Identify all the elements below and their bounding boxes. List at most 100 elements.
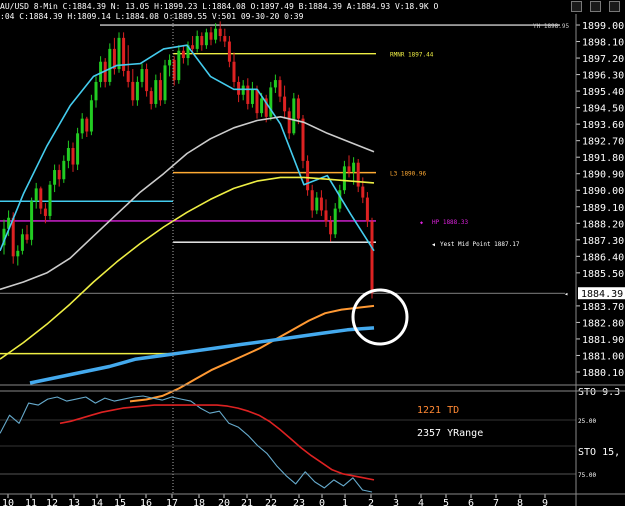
restore-icon[interactable] — [590, 1, 601, 12]
candle-body — [273, 80, 277, 88]
level-label: RMNR 1897.44 — [390, 52, 434, 59]
candle-body — [181, 50, 185, 59]
price-tick-label: 1893.60 — [582, 120, 624, 131]
candle-body — [34, 188, 38, 202]
candle-body — [255, 89, 259, 114]
time-tick-label: 4 — [418, 498, 424, 506]
close-icon[interactable] — [609, 1, 620, 12]
candle-body — [66, 148, 70, 161]
candle-body — [246, 85, 250, 104]
candle-body — [140, 69, 144, 82]
stochastic-line — [59, 404, 375, 481]
time-tick-label: 7 — [493, 498, 499, 506]
time-tick-label: 11 — [25, 498, 37, 506]
candle-body — [218, 28, 222, 37]
candle-body — [283, 96, 287, 112]
candle-body — [306, 160, 310, 191]
candle-body — [94, 81, 98, 101]
highlight-circle — [351, 288, 409, 346]
price-tick-label: 1888.20 — [582, 219, 624, 230]
candle-body — [241, 85, 245, 95]
price-pane[interactable]: YH 1898.95 RMNR 1897.44 L3 1890.96 HP 1888.… — [0, 21, 570, 403]
price-tick-label: 1895.40 — [582, 87, 624, 98]
candle-body — [76, 133, 80, 165]
candle-body — [356, 162, 360, 187]
price-tick-label: 1881.00 — [582, 351, 624, 362]
time-tick-label: 8 — [517, 498, 523, 506]
candle-body — [108, 48, 112, 82]
td-annotation: 1221 TD — [417, 405, 459, 416]
candle-body — [342, 166, 346, 191]
price-axis: 1899.00 1898.10 1897.20 1896.30 1895.40 1894.… — [564, 21, 625, 479]
overlay-annotations — [0, 14, 625, 506]
price-tick-label: 1890.90 — [582, 170, 624, 181]
candle-body — [200, 36, 204, 46]
candle-body — [204, 32, 208, 46]
candle-body — [352, 162, 356, 172]
candle-body — [333, 208, 337, 235]
yrange-annotation: 2357 YRange — [417, 428, 483, 439]
level-label: HP 1888.33 — [432, 219, 469, 226]
candle-body — [324, 210, 328, 222]
moving-average-line — [0, 44, 375, 252]
candle-body — [89, 100, 93, 132]
time-tick-label: 5 — [443, 498, 449, 506]
candle-body — [232, 61, 236, 82]
level-label: Yest Mid Point 1887.17 — [440, 241, 520, 248]
candle-body — [131, 81, 135, 101]
price-tick-label: 1887.30 — [582, 236, 624, 247]
candle-body — [80, 118, 84, 134]
stochastic-pane[interactable]: 1221 TD 2357 YRange — [0, 393, 576, 494]
candle-body — [329, 221, 333, 235]
candle-body — [122, 37, 126, 71]
time-tick-label: 15 — [114, 498, 126, 506]
price-tick-label: 1889.10 — [582, 203, 624, 214]
stochastic-line — [0, 395, 373, 493]
candle-body — [154, 80, 158, 104]
time-tick-label: 9 — [542, 498, 548, 506]
candle-body — [315, 197, 319, 211]
time-tick-label: 14 — [91, 498, 103, 506]
sto-label: STO 9.3 — [578, 387, 620, 398]
candle-body — [361, 186, 365, 198]
level-label: L3 1890.96 — [390, 171, 427, 178]
mid-marker-icon: ◀ — [432, 242, 435, 248]
price-tick-label: 1899.00 — [582, 21, 624, 32]
time-tick-label: 3 — [393, 498, 399, 506]
time-tick-label: 21 — [241, 498, 253, 506]
candle-body — [53, 170, 57, 185]
candle-body — [25, 234, 29, 240]
time-tick-label: 17 — [166, 498, 178, 506]
minimize-icon[interactable] — [571, 1, 582, 12]
candle-body — [158, 80, 162, 101]
trading-chart[interactable]: YH 1898.95 RMNR 1897.44 L3 1890.96 HP 1888.… — [0, 0, 625, 506]
candle-body — [57, 170, 61, 180]
candle-body — [347, 166, 351, 172]
candle-body — [191, 45, 195, 49]
candle-body — [168, 59, 172, 66]
time-tick-label: 13 — [68, 498, 80, 506]
candle-body — [310, 190, 314, 211]
price-tick-label: 1896.30 — [582, 71, 624, 82]
time-tick-label: 22 — [265, 498, 277, 506]
time-tick-label: 0 — [319, 498, 325, 506]
stoch-tick-label: 25.00 — [578, 418, 596, 425]
last-price-label: 1884.39 — [581, 289, 623, 300]
price-tick-label: 1890.00 — [582, 186, 624, 197]
last-price-arrow-icon: ◂ — [564, 290, 568, 298]
price-tick-label: 1897.20 — [582, 54, 624, 65]
time-axis: 10 11 12 13 14 15 16 17 18 20 21 22 23 0 1 2 3 4 5 6 7 8 9 — [2, 494, 548, 506]
candle-body — [85, 118, 89, 132]
candle-body — [365, 197, 369, 222]
candle-body — [16, 250, 20, 257]
candle-body — [39, 188, 43, 209]
time-tick-label: 16 — [140, 498, 152, 506]
candle-body — [163, 65, 167, 101]
time-tick-label: 2 — [368, 498, 374, 506]
price-tick-label: 1892.70 — [582, 137, 624, 148]
time-tick-label: 6 — [468, 498, 474, 506]
candle-body — [223, 36, 227, 42]
candle-body — [301, 118, 305, 161]
price-tick-label: 1882.80 — [582, 318, 624, 329]
candle-body — [214, 28, 218, 40]
